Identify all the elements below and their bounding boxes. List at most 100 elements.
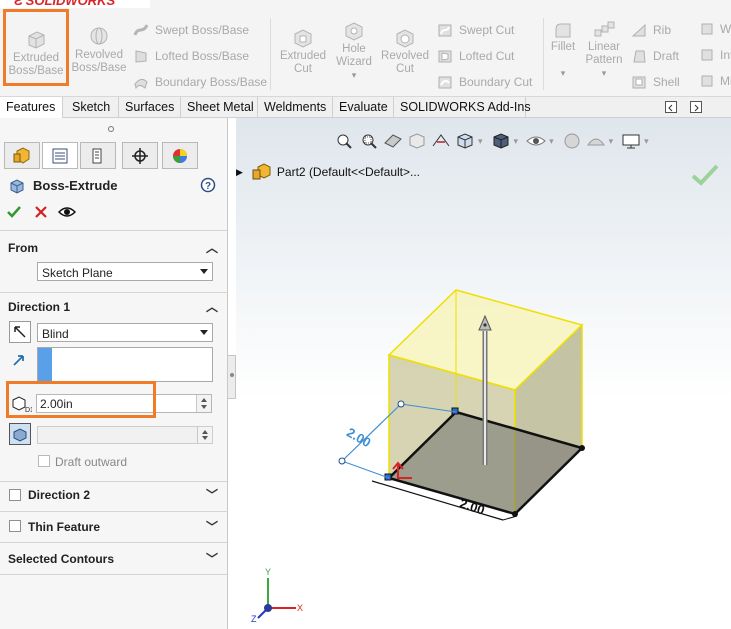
depth-highlight-box bbox=[6, 381, 156, 418]
chevron-up-icon[interactable]: ︿ bbox=[206, 298, 218, 315]
wrap-label: W bbox=[720, 22, 731, 36]
ribbon-separator bbox=[270, 18, 271, 90]
draft-angle-spinner[interactable] bbox=[197, 427, 212, 443]
fillet-icon bbox=[555, 23, 571, 38]
display-manager-tab[interactable] bbox=[162, 142, 198, 169]
divider bbox=[0, 230, 228, 231]
draft-outward-label: Draft outward bbox=[55, 455, 128, 469]
rib-icon bbox=[631, 23, 646, 37]
from-label: From bbox=[8, 241, 38, 255]
svg-text:Y: Y bbox=[265, 567, 271, 577]
reference-triad: Y X Z bbox=[251, 567, 303, 624]
chevron-down-icon[interactable]: ﹀ bbox=[206, 550, 218, 567]
panel-collapse-dot[interactable] bbox=[108, 126, 114, 132]
boss-extrude-icon bbox=[10, 179, 24, 194]
mirror-label: Mi bbox=[720, 74, 731, 88]
fillet-button[interactable]: Fillet ▾ bbox=[546, 21, 580, 80]
chevron-down-icon[interactable]: ﹀ bbox=[206, 518, 218, 535]
direction-selection-box[interactable] bbox=[37, 347, 213, 382]
swept-boss-base-button[interactable]: Swept Boss/Base bbox=[133, 22, 249, 38]
appearance-ball-icon bbox=[173, 148, 187, 163]
hole-wizard-dropdown-caret[interactable]: ▾ bbox=[352, 70, 357, 80]
lofted-boss-label: Lofted Boss/Base bbox=[155, 49, 250, 63]
app-logo-bar: Ƨ SOLIDWORKS bbox=[0, 0, 150, 8]
dimxpert-manager-tab[interactable] bbox=[122, 142, 158, 169]
tab-scroll-right-icon[interactable] bbox=[690, 101, 702, 113]
tab-sheet-metal[interactable]: Sheet Metal bbox=[181, 97, 258, 118]
draft-label: Draft bbox=[653, 49, 680, 63]
mirror-icon bbox=[701, 75, 713, 87]
tab-surfaces[interactable]: Surfaces bbox=[119, 97, 181, 118]
tab-evaluate[interactable]: Evaluate bbox=[333, 97, 394, 118]
intersect-icon bbox=[701, 49, 713, 61]
wrap-button[interactable]: W bbox=[700, 22, 731, 36]
direction1-label: Direction 1 bbox=[8, 300, 71, 314]
boundary-boss-base-button[interactable]: Boundary Boss/Base bbox=[133, 74, 267, 90]
lofted-boss-icon bbox=[135, 50, 147, 63]
divider bbox=[0, 542, 228, 543]
linear-pattern-button[interactable]: Linear Pattern ▾ bbox=[582, 21, 626, 80]
revolved-boss-base-button[interactable]: Revolved Boss/Base bbox=[70, 25, 128, 75]
thin-feature-checkbox[interactable] bbox=[9, 520, 21, 532]
depth-spinner[interactable] bbox=[196, 395, 211, 412]
end-condition-select[interactable]: Blind bbox=[37, 323, 213, 342]
shell-icon bbox=[632, 76, 646, 89]
intersect-button[interactable]: Int bbox=[700, 48, 731, 62]
configuration-manager-tab[interactable] bbox=[80, 142, 116, 169]
chevron-up-icon[interactable]: ︿ bbox=[206, 239, 218, 256]
feature-tree-icon bbox=[13, 146, 30, 164]
swept-cut-label: Swept Cut bbox=[459, 23, 515, 37]
lofted-boss-base-button[interactable]: Lofted Boss/Base bbox=[133, 48, 249, 64]
revolve-cut-icon bbox=[396, 29, 414, 48]
ok-check-icon[interactable] bbox=[6, 204, 22, 220]
revolved-boss-label-2: Boss/Base bbox=[71, 62, 127, 74]
boundary-boss-label: Boundary Boss/Base bbox=[155, 75, 268, 89]
draft-outward-checkbox[interactable] bbox=[38, 455, 50, 467]
tab-sketch[interactable]: Sketch bbox=[63, 97, 119, 118]
manager-tabs bbox=[0, 142, 228, 169]
tab-weldments[interactable]: Weldments bbox=[258, 97, 333, 118]
draft-toggle-button[interactable] bbox=[9, 423, 31, 445]
reverse-direction-button[interactable] bbox=[9, 321, 31, 343]
tab-scroll-left-icon[interactable] bbox=[665, 101, 677, 113]
tab-solidworks-add-ins[interactable]: SOLIDWORKS Add-Ins bbox=[394, 97, 531, 118]
from-start-condition-select[interactable]: Sketch Plane bbox=[37, 262, 213, 281]
boundary-cut-button[interactable]: Boundary Cut bbox=[437, 74, 532, 90]
tab-features[interactable]: Features bbox=[0, 97, 63, 118]
preview-eye-icon[interactable] bbox=[58, 204, 76, 220]
rib-button[interactable]: Rib bbox=[631, 22, 671, 38]
divider bbox=[0, 511, 228, 512]
property-manager-title: Boss-Extrude bbox=[33, 178, 118, 193]
solidworks-logo: Ƨ SOLIDWORKS bbox=[14, 0, 116, 8]
revolved-cut-label-2: Cut bbox=[396, 63, 414, 75]
draft-button[interactable]: Draft bbox=[631, 48, 679, 64]
property-manager-tab[interactable] bbox=[42, 142, 78, 169]
linear-pattern-icon bbox=[594, 21, 615, 37]
command-manager-ribbon: Ƨ SOLIDWORKS Extruded Boss/Base Revolved … bbox=[0, 0, 731, 97]
extruded-cut-button[interactable]: Extruded Cut bbox=[276, 28, 330, 76]
linear-pattern-dropdown-caret[interactable]: ▾ bbox=[602, 68, 607, 78]
divider bbox=[0, 481, 228, 482]
shell-button[interactable]: Shell bbox=[631, 74, 680, 90]
extruded-boss-highlight-box bbox=[3, 9, 69, 86]
lofted-cut-button[interactable]: Lofted Cut bbox=[437, 48, 514, 64]
hole-wizard-label-1: Hole bbox=[342, 43, 366, 55]
boundary-boss-icon bbox=[134, 78, 148, 90]
fillet-dropdown-caret[interactable]: ▾ bbox=[561, 68, 566, 78]
graphics-area[interactable]: ▾ ▾ ▾ ▾ ▾ ▶ Part2 (Default<<Default>... bbox=[236, 118, 731, 629]
configuration-icon bbox=[92, 148, 102, 163]
feature-manager-tab[interactable] bbox=[4, 142, 40, 169]
chevron-down-icon[interactable]: ﹀ bbox=[206, 486, 218, 503]
revolve-boss-icon bbox=[90, 27, 108, 45]
cancel-x-icon[interactable] bbox=[34, 205, 48, 219]
help-icon[interactable]: ? bbox=[200, 177, 216, 193]
svg-text:?: ? bbox=[205, 181, 211, 192]
swept-cut-button[interactable]: Swept Cut bbox=[437, 22, 514, 38]
mirror-button[interactable]: Mi bbox=[700, 74, 731, 88]
revolved-cut-button[interactable]: Revolved Cut bbox=[378, 28, 432, 76]
hole-wizard-button[interactable]: Hole Wizard ▾ bbox=[332, 21, 376, 82]
draft-angle-input[interactable] bbox=[37, 426, 213, 444]
swept-cut-icon bbox=[438, 24, 452, 37]
direction2-checkbox[interactable] bbox=[9, 489, 21, 501]
panel-splitter-handle[interactable] bbox=[228, 355, 236, 399]
